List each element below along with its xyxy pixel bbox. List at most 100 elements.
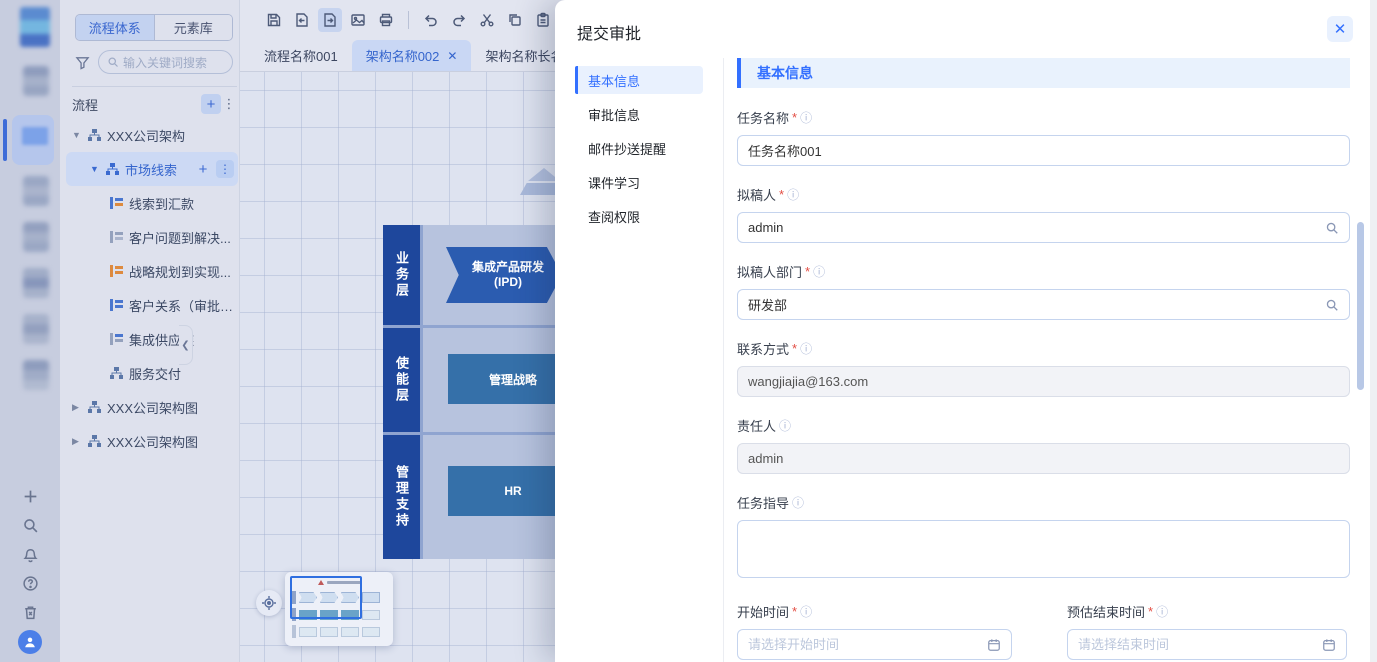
export-icon[interactable] <box>318 8 342 32</box>
doc-tab[interactable]: 流程名称001 <box>250 40 352 71</box>
tab-element-library[interactable]: 元素库 <box>155 15 233 40</box>
info-icon[interactable]: ⓘ <box>792 497 804 509</box>
diagram-node-ipd[interactable]: 集成产品研发 (IPD) <box>446 247 562 303</box>
redo-icon[interactable] <box>447 8 471 32</box>
tree-node[interactable]: 客户关系（审批中） <box>66 288 238 322</box>
tree-node[interactable]: 线索到汇款 <box>66 186 238 220</box>
tree-node[interactable]: ▼ XXX公司架构 <box>66 118 238 152</box>
tree-node-selected[interactable]: ▼ 市场线索 + ⋮ <box>66 152 238 186</box>
panel-collapse-handle[interactable]: ❮ <box>179 325 193 365</box>
locate-button[interactable] <box>256 590 282 616</box>
sidebar-module-icon[interactable] <box>23 66 49 96</box>
trash-icon[interactable] <box>19 601 41 623</box>
tree-node[interactable]: ▶ XXX公司架构图 <box>66 390 238 424</box>
nav-item-view-permission[interactable]: 查阅权限 <box>575 202 703 230</box>
search-icon[interactable] <box>1325 298 1339 312</box>
search-icon[interactable] <box>1325 221 1339 235</box>
process-icon <box>110 231 123 243</box>
more-options-icon[interactable]: ⋮ <box>216 160 234 178</box>
info-icon[interactable]: ⓘ <box>1156 606 1168 618</box>
app-logo[interactable] <box>20 7 50 47</box>
task-name-input[interactable] <box>748 143 1339 158</box>
undo-icon[interactable] <box>419 8 443 32</box>
more-options-icon[interactable]: ⋮ <box>221 94 237 114</box>
info-icon[interactable]: ⓘ <box>787 189 799 201</box>
add-process-button[interactable]: + <box>201 94 221 114</box>
info-icon[interactable]: ⓘ <box>800 606 812 618</box>
bell-icon[interactable] <box>19 543 41 565</box>
calendar-icon[interactable] <box>987 638 1001 652</box>
drawer-scrollbar-thumb[interactable] <box>1357 222 1364 390</box>
layer-label[interactable]: 管理支持 <box>383 435 420 559</box>
caret-right-icon[interactable]: ▶ <box>72 402 82 413</box>
sidebar-module-icon[interactable] <box>23 360 49 390</box>
process-icon <box>110 197 123 209</box>
guidance-textarea[interactable] <box>737 520 1350 578</box>
print-icon[interactable] <box>374 8 398 32</box>
doc-tab-label: 流程名称001 <box>264 46 338 65</box>
sidebar-module-icon-active[interactable] <box>22 127 48 145</box>
node-text: 集成产品研发 <box>472 260 544 275</box>
end-time-input[interactable] <box>1078 637 1322 652</box>
label-text: 开始时间 <box>737 602 789 621</box>
tree-node[interactable]: 服务交付 <box>66 356 238 390</box>
search-icon[interactable] <box>19 514 41 536</box>
label-text: 预估结束时间 <box>1067 602 1145 621</box>
drafter-dept-input[interactable] <box>748 297 1325 312</box>
user-avatar[interactable] <box>18 630 42 654</box>
doc-tab-active[interactable]: 架构名称002✕ <box>352 40 472 71</box>
help-icon[interactable] <box>19 572 41 594</box>
add-icon[interactable] <box>19 485 41 507</box>
field-label: 任务名称*ⓘ <box>737 108 1350 127</box>
caret-right-icon[interactable]: ▶ <box>72 436 82 447</box>
nav-item-basic-info[interactable]: 基本信息 <box>575 66 703 94</box>
close-tab-icon[interactable]: ✕ <box>447 49 457 63</box>
tree-search-input[interactable]: 输入关键词搜索 <box>98 50 233 74</box>
nav-item-courseware[interactable]: 课件学习 <box>575 168 703 196</box>
calendar-icon[interactable] <box>1322 638 1336 652</box>
sidebar-module-icon[interactable] <box>23 314 49 344</box>
nav-item-email-cc[interactable]: 邮件抄送提醒 <box>575 134 703 162</box>
image-icon[interactable] <box>346 8 370 32</box>
tab-process-system[interactable]: 流程体系 <box>76 15 155 40</box>
panel-tabs: 流程体系 元素库 <box>75 14 233 41</box>
tree-node[interactable]: 战略规划到实现... <box>66 254 238 288</box>
field-label: 开始时间*ⓘ <box>737 602 1012 621</box>
filter-search-row: 输入关键词搜索 <box>75 50 233 74</box>
info-icon[interactable]: ⓘ <box>800 112 812 124</box>
drafter-input[interactable] <box>748 220 1325 235</box>
copy-icon[interactable] <box>503 8 527 32</box>
minimap[interactable] <box>285 572 393 646</box>
field-time-row: 开始时间*ⓘ 预估结束时间*ⓘ <box>737 602 1350 660</box>
filter-icon[interactable] <box>75 55 90 70</box>
add-child-button[interactable]: + <box>196 161 210 178</box>
nav-item-approval-info[interactable]: 审批信息 <box>575 100 703 128</box>
info-icon[interactable]: ⓘ <box>779 420 791 432</box>
start-time-input[interactable] <box>748 637 987 652</box>
sidebar-module-icon[interactable] <box>23 268 49 298</box>
field-label: 拟稿人部门*ⓘ <box>737 262 1350 281</box>
tree-node-label: 市场线索 <box>125 160 177 179</box>
page-scrollbar-track[interactable] <box>1370 0 1377 662</box>
tree-node[interactable]: 集成供应链 <box>66 322 238 356</box>
caret-down-icon[interactable]: ▼ <box>72 130 82 140</box>
cut-icon[interactable] <box>475 8 499 32</box>
paste-icon[interactable] <box>531 8 555 32</box>
tree-node[interactable]: 客户问题到解决... <box>66 220 238 254</box>
info-icon[interactable]: ⓘ <box>800 343 812 355</box>
sidebar-module-icon[interactable] <box>23 222 49 252</box>
save-icon[interactable] <box>262 8 286 32</box>
tree-node[interactable]: ▶ XXX公司架构图 <box>66 424 238 458</box>
sidebar-module-icon[interactable] <box>23 176 49 206</box>
import-icon[interactable] <box>290 8 314 32</box>
info-icon[interactable]: ⓘ <box>813 266 825 278</box>
layer-label[interactable]: 业务层 <box>383 225 420 325</box>
owner-input-wrap <box>737 443 1350 474</box>
field-label: 责任人ⓘ <box>737 416 1350 435</box>
field-task-name: 任务名称*ⓘ <box>737 108 1350 166</box>
close-icon[interactable]: ✕ <box>1327 16 1353 42</box>
field-drafter-dept: 拟稿人部门*ⓘ <box>737 262 1350 320</box>
minimap-viewport[interactable] <box>290 576 362 619</box>
caret-down-icon[interactable]: ▼ <box>90 164 100 174</box>
layer-label[interactable]: 使能层 <box>383 328 420 432</box>
